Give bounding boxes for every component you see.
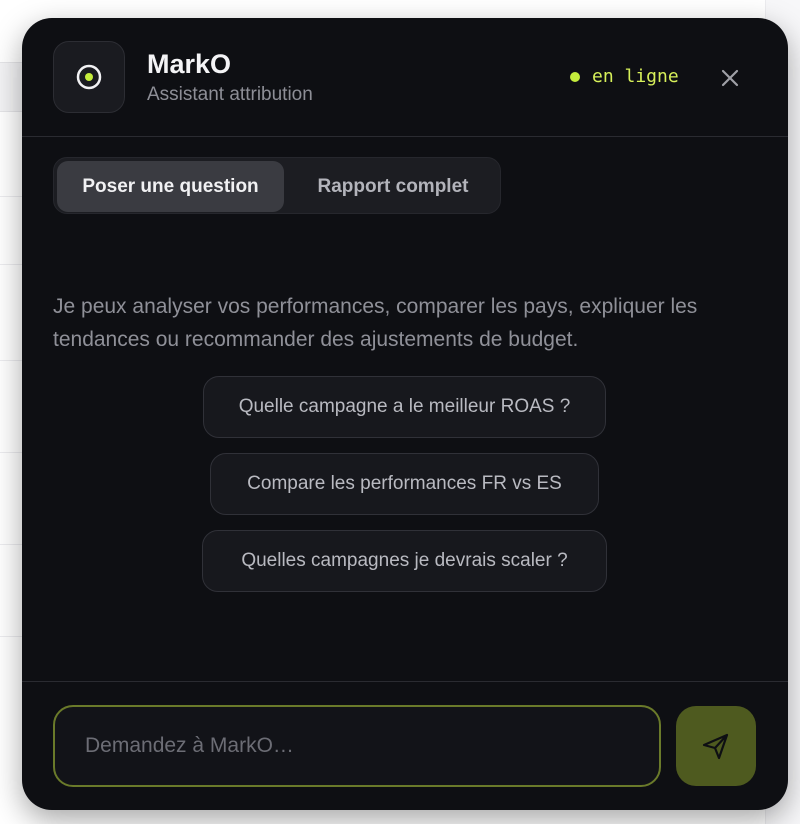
send-icon [702,733,729,760]
chat-panel: MarkO Assistant attribution en ligne Pos… [22,18,788,810]
suggestion-chip[interactable]: Compare les performances FR vs ES [210,453,599,515]
assistant-name: MarkO [147,49,232,79]
close-button[interactable] [718,66,742,90]
tab-ask-question[interactable]: Poser une question [57,161,284,212]
status-label: en ligne [592,66,679,87]
send-button[interactable] [676,706,756,786]
target-icon [76,64,102,90]
online-status: en ligne [570,66,679,87]
assistant-subtitle: Assistant attribution [147,84,313,105]
suggestion-chip[interactable]: Quelles campagnes je devrais scaler ? [202,530,607,592]
status-dot-icon [570,71,580,82]
chat-header: MarkO Assistant attribution en ligne [22,18,788,137]
suggestion-chip[interactable]: Quelle campagne a le meilleur ROAS ? [203,376,606,438]
tab-full-report[interactable]: Rapport complet [288,161,498,212]
mode-tabs: Poser une question Rapport complet [53,157,501,214]
avatar [53,41,125,113]
message-input-wrapper [53,705,661,787]
message-input[interactable] [55,707,659,785]
intro-message: Je peux analyser vos performances, compa… [53,295,698,351]
close-icon [721,69,739,87]
